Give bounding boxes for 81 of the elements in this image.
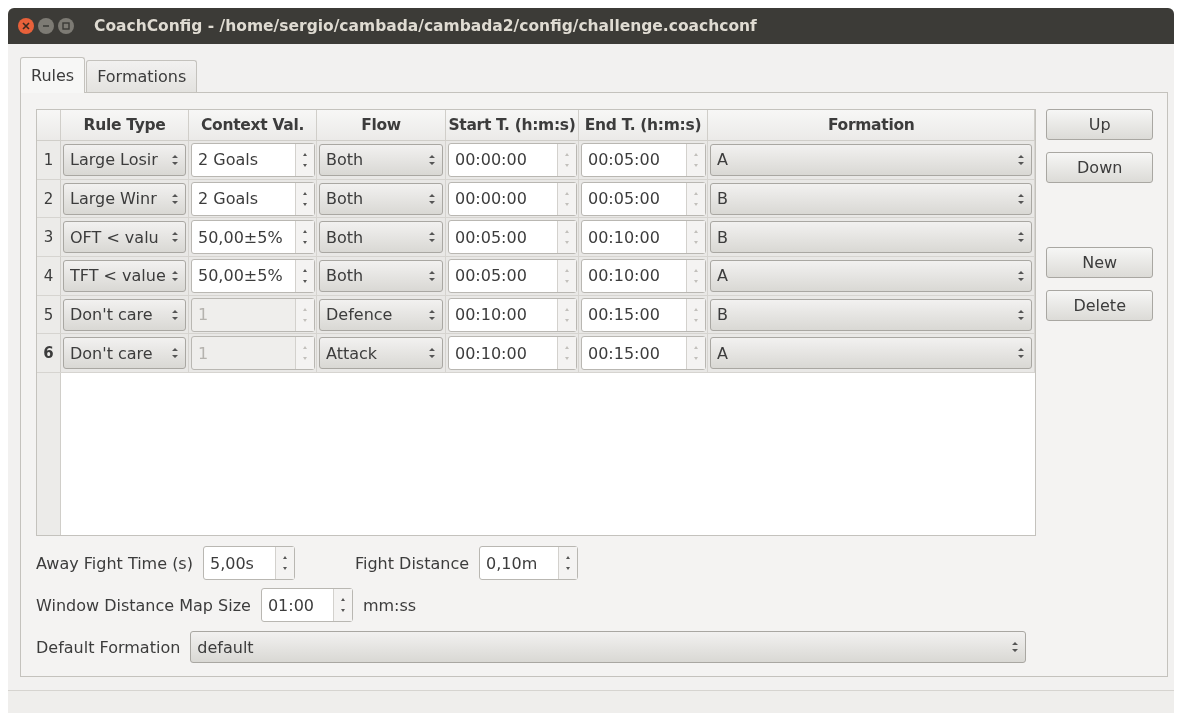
up-down-arrows-icon xyxy=(428,307,436,322)
field-label: Fight Distance xyxy=(354,553,470,573)
start-time-field[interactable]: 00:05:00 xyxy=(448,220,577,255)
tab[interactable]: Rules xyxy=(20,57,86,93)
end-time-field[interactable]: 00:10:00 xyxy=(581,220,706,255)
up-down-arrows-icon xyxy=(171,307,179,322)
field-label: Away Fight Time (s) xyxy=(36,553,193,573)
field-label: Window Distance Map Size xyxy=(36,595,251,615)
action-button[interactable]: Up xyxy=(1046,109,1153,140)
maximize-icon xyxy=(62,22,70,30)
up-down-arrows-icon xyxy=(428,191,436,206)
start-time-field[interactable]: 00:00:00 xyxy=(448,142,577,177)
rule-type-dropdown[interactable]: Don't care xyxy=(63,298,186,331)
rule-type-dropdown[interactable]: OFT < valu xyxy=(63,221,186,254)
up-down-arrows-icon xyxy=(428,346,436,361)
up-down-arrows-icon xyxy=(428,152,436,167)
start-time-field[interactable]: 00:10:00 xyxy=(448,336,577,371)
column-header[interactable]: Start T. (h:m:s) xyxy=(446,110,579,140)
start-time-field[interactable]: 00:05:00 xyxy=(448,258,577,293)
end-time-field[interactable]: 00:15:00 xyxy=(581,336,706,371)
rule-type-dropdown[interactable]: Large Losir xyxy=(63,143,186,176)
formation-dropdown[interactable]: A xyxy=(710,143,1033,176)
window-distance-spinbox[interactable]: 01:00 xyxy=(260,588,353,622)
context-value-spinbox[interactable]: 50,00±5% xyxy=(191,220,315,255)
end-time-field[interactable]: 00:05:00 xyxy=(581,142,706,177)
flow-dropdown[interactable]: Both xyxy=(319,182,443,215)
flow-dropdown[interactable]: Both xyxy=(319,259,443,292)
close-icon xyxy=(22,22,30,30)
action-button[interactable]: Delete xyxy=(1046,290,1153,321)
action-button[interactable]: New xyxy=(1046,247,1153,278)
away-fight-time-spinbox[interactable]: 5,00s xyxy=(202,546,295,580)
tab[interactable]: Formations xyxy=(86,60,198,92)
up-down-arrows-icon xyxy=(428,268,436,283)
flow-dropdown[interactable]: Attack xyxy=(319,337,443,370)
rule-type-dropdown[interactable]: Large Winr xyxy=(63,182,186,215)
window-title: CoachConfig - /home/sergio/cambada/cambada2/config/challenge.coachconf xyxy=(94,17,757,35)
up-down-arrows-icon xyxy=(1017,152,1026,167)
column-header[interactable]: Formation xyxy=(708,110,1036,140)
formation-dropdown[interactable]: A xyxy=(710,337,1033,370)
rule-type-dropdown[interactable]: Don't care xyxy=(63,337,186,370)
up-down-arrows-icon xyxy=(171,152,179,167)
column-header[interactable]: Context Val. xyxy=(189,110,317,140)
field-label: Default Formation xyxy=(36,637,181,657)
flow-dropdown[interactable]: Defence xyxy=(319,298,443,331)
minimize-button[interactable] xyxy=(38,18,54,34)
rule-type-dropdown[interactable]: TFT < value xyxy=(63,259,186,292)
maximize-button[interactable] xyxy=(58,18,74,34)
close-button[interactable] xyxy=(18,18,34,34)
up-down-arrows-icon xyxy=(1017,191,1026,206)
context-value-spinbox[interactable]: 2 Goals xyxy=(191,181,315,216)
formation-dropdown[interactable]: B xyxy=(710,221,1033,254)
up-down-arrows-icon xyxy=(171,268,179,283)
end-time-field[interactable]: 00:05:00 xyxy=(581,181,706,216)
up-down-arrows-icon xyxy=(428,230,436,245)
formation-dropdown[interactable]: B xyxy=(710,298,1033,331)
column-header[interactable]: Rule Type xyxy=(61,110,189,140)
action-button[interactable]: Down xyxy=(1046,152,1153,183)
up-down-arrows-icon xyxy=(171,346,179,361)
column-header[interactable]: End T. (h:m:s) xyxy=(579,110,708,140)
up-down-arrows-icon xyxy=(171,191,179,206)
up-down-arrows-icon xyxy=(1017,268,1026,283)
up-down-arrows-icon xyxy=(1017,346,1026,361)
column-header[interactable]: Flow xyxy=(317,110,446,140)
start-time-field[interactable]: 00:00:00 xyxy=(448,181,577,216)
fight-distance-spinbox[interactable]: 0,10m xyxy=(479,546,579,580)
flow-dropdown[interactable]: Both xyxy=(319,221,443,254)
up-down-arrows-icon xyxy=(171,230,179,245)
end-time-field[interactable]: 00:15:00 xyxy=(581,297,706,332)
formation-dropdown[interactable]: A xyxy=(710,259,1033,292)
end-time-field[interactable]: 00:10:00 xyxy=(581,258,706,293)
default-formation-dropdown[interactable]: default xyxy=(190,631,1027,663)
start-time-field[interactable]: 00:10:00 xyxy=(448,297,577,332)
flow-dropdown[interactable]: Both xyxy=(319,143,443,176)
up-down-arrows-icon xyxy=(1011,640,1020,654)
formation-dropdown[interactable]: B xyxy=(710,182,1033,215)
minimize-icon xyxy=(42,22,50,30)
up-down-arrows-icon xyxy=(1017,230,1026,245)
context-value-spinbox[interactable]: 2 Goals xyxy=(191,142,315,177)
context-value-spinbox[interactable]: 50,00±5% xyxy=(191,258,315,293)
unit-label: mm:ss xyxy=(362,595,417,615)
up-down-arrows-icon xyxy=(1017,307,1026,322)
